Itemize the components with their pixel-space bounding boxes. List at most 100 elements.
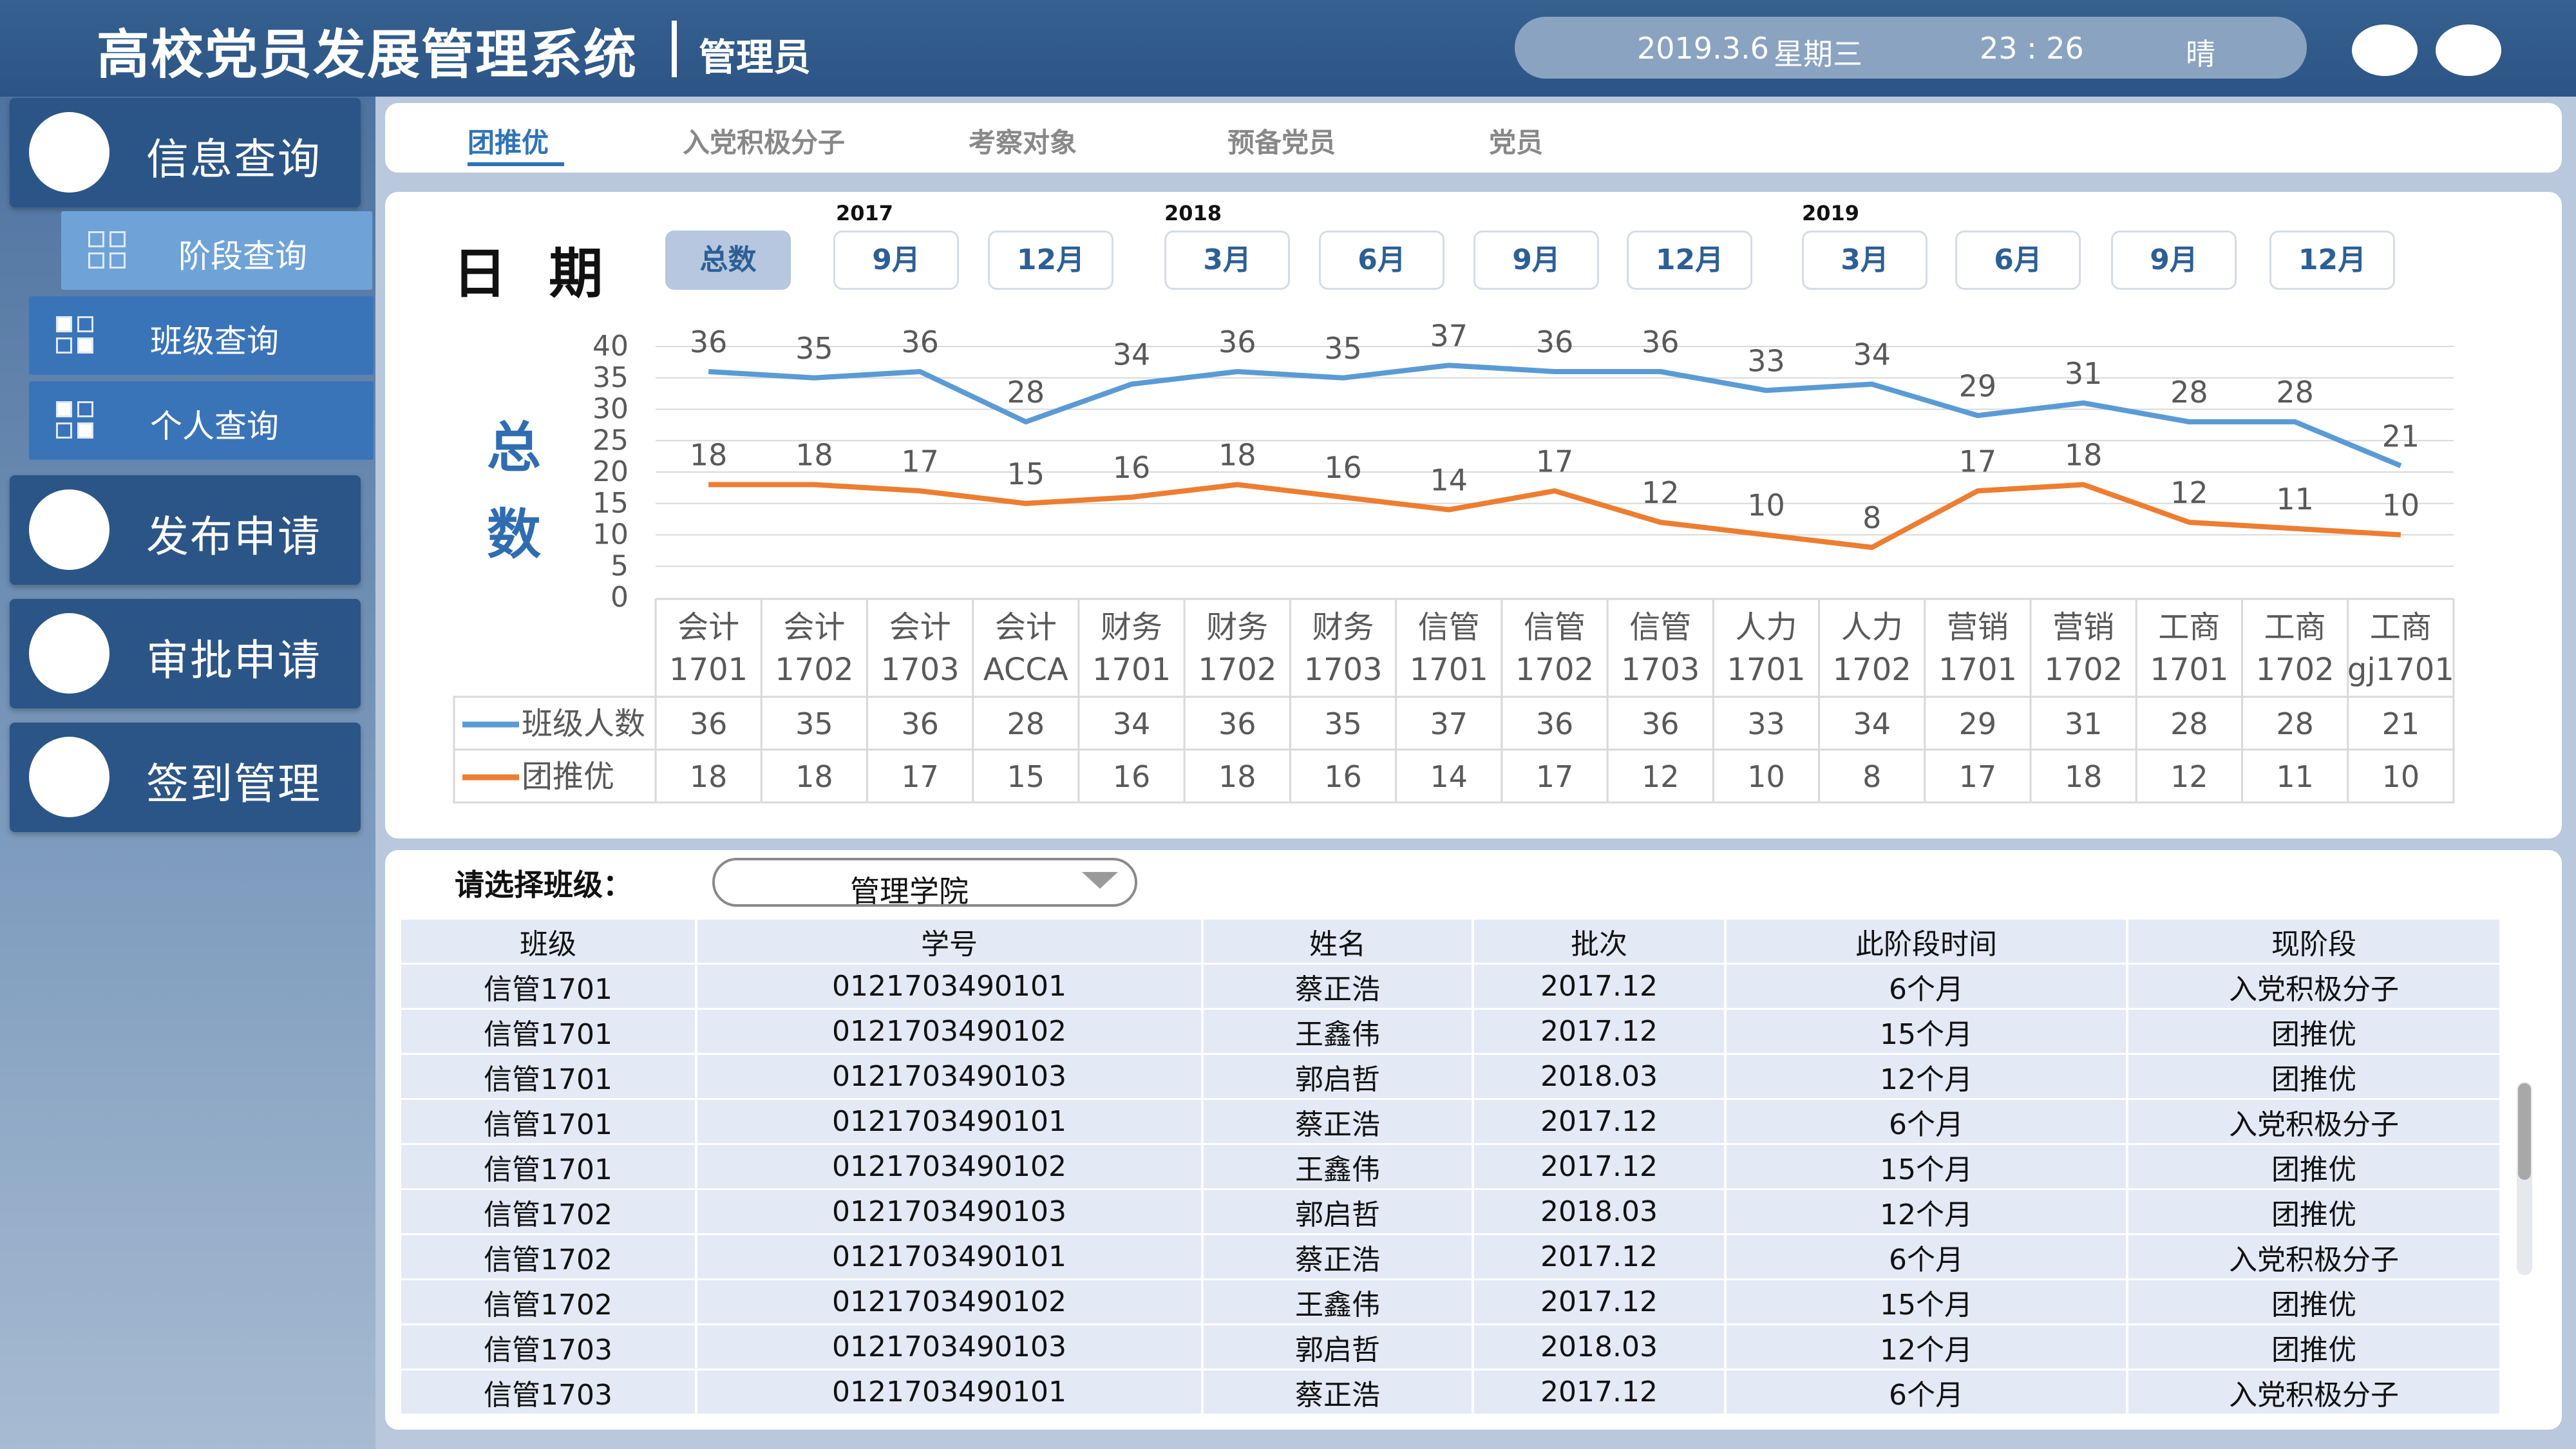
- table-value: 33: [1747, 706, 1785, 741]
- x-category-label: 1701: [669, 652, 748, 688]
- class-select[interactable]: 管理学院: [712, 858, 1137, 909]
- sidebar: 信息查询 阶段查询 班级查询 个人查询 发布申请 审批申请 签到管理: [0, 97, 375, 1449]
- tab-candidate[interactable]: 考察对象: [969, 121, 1077, 160]
- x-category-label: 1701: [1727, 652, 1805, 688]
- data-label: 36: [901, 325, 939, 359]
- nav-publish-apply[interactable]: 发布申请: [10, 475, 361, 585]
- data-label: 17: [1959, 444, 1997, 478]
- x-category-label: 信管: [1629, 609, 1691, 645]
- y-tick-label: 20: [592, 455, 629, 488]
- table-value: 36: [1218, 706, 1256, 741]
- x-category-label: 工商: [2370, 609, 2432, 645]
- table-row[interactable]: 信管1701 0121703490101 蔡正浩 2017.12 6个月 入党积极分子: [401, 963, 2502, 1010]
- nav-info-query[interactable]: 信息查询: [10, 98, 361, 207]
- tab-activist[interactable]: 入党积极分子: [683, 121, 845, 160]
- table-value: 35: [1324, 706, 1362, 741]
- x-category-label: 信管: [1418, 609, 1480, 645]
- x-category-label: 财务: [1206, 609, 1268, 645]
- data-label: 34: [1113, 337, 1151, 372]
- table-cell: 信管1701: [401, 1144, 697, 1190]
- table-cell: 团推优: [2127, 1144, 2502, 1190]
- table-value: 36: [1642, 706, 1680, 741]
- column-header: 班级: [401, 920, 697, 965]
- tab-probationary[interactable]: 预备党员: [1227, 121, 1336, 160]
- table-cell: 入党积极分子: [2127, 1234, 2502, 1280]
- y-tick-label: 10: [592, 518, 629, 551]
- x-category-label: 工商: [2264, 609, 2326, 645]
- x-category-label: 1703: [1303, 652, 1382, 688]
- data-label: 36: [690, 325, 728, 359]
- table-cell: 12个月: [1725, 1189, 2128, 1235]
- data-label: 18: [795, 438, 833, 473]
- table-row[interactable]: 信管1701 0121703490102 王鑫伟 2017.12 15个月 团推优: [401, 1009, 2502, 1055]
- stage-tabs: 团推优 入党积极分子 考察对象 预备党员 党员: [385, 103, 2562, 173]
- table-cell: 2018.03: [1473, 1189, 1727, 1235]
- table-cell: 信管1701: [401, 1009, 697, 1055]
- table-row[interactable]: 信管1703 0121703490101 蔡正浩 2017.12 6个月 入党积极分子: [401, 1369, 2502, 1416]
- table-row[interactable]: 信管1702 0121703490102 王鑫伟 2017.12 15个月 团推优: [401, 1279, 2502, 1325]
- table-cell: 信管1701: [401, 963, 697, 1010]
- grid-icon: [88, 231, 127, 270]
- data-label: 28: [1007, 375, 1045, 410]
- y-tick-label: 30: [592, 393, 629, 426]
- data-label: 17: [1536, 444, 1574, 478]
- member-table-panel: 请选择班级： 管理学院 班级 学号 姓名 批次 此阶段时间 现阶段 信管1701 01217…: [385, 850, 2562, 1430]
- table-cell: 12个月: [1725, 1054, 2128, 1100]
- table-cell: 0121703490103: [696, 1189, 1204, 1235]
- active-tab-indicator: [468, 162, 564, 166]
- column-header: 此阶段时间: [1725, 920, 2128, 965]
- table-value: 11: [2276, 759, 2314, 794]
- table-cell: 12个月: [1725, 1324, 2128, 1370]
- x-category-label: 1702: [1515, 652, 1594, 688]
- data-label: 36: [1642, 325, 1680, 359]
- nav-stage-query[interactable]: 阶段查询: [61, 211, 372, 290]
- tab-member[interactable]: 党员: [1489, 121, 1543, 160]
- nav-signin-manage[interactable]: 签到管理: [10, 723, 361, 832]
- x-category-label: 财务: [1101, 609, 1162, 645]
- table-cell: 蔡正浩: [1202, 963, 1474, 1010]
- x-category-label: 会计: [677, 609, 739, 645]
- nav-person-query[interactable]: 个人查询: [29, 381, 374, 460]
- legend-label: 团推优: [522, 759, 614, 795]
- table-cell: 2017.12: [1473, 1009, 1727, 1055]
- table-row[interactable]: 信管1701 0121703490101 蔡正浩 2017.12 6个月 入党积极分子: [401, 1099, 2502, 1145]
- table-row[interactable]: 信管1702 0121703490101 蔡正浩 2017.12 6个月 入党积极分子: [401, 1234, 2502, 1280]
- status-bar: 2019.3.6 星期三 23 : 26 晴: [1515, 17, 2307, 79]
- nav-label: 审批申请: [146, 636, 321, 685]
- scrollbar-thumb[interactable]: [2518, 1083, 2531, 1180]
- data-label: 16: [1113, 450, 1151, 485]
- table-cell: 王鑫伟: [1202, 1279, 1474, 1325]
- x-category-label: 1702: [2256, 652, 2334, 688]
- nav-approve-apply[interactable]: 审批申请: [10, 599, 361, 708]
- table-value: 15: [1007, 759, 1045, 794]
- nav-sub-label: 阶段查询: [178, 238, 307, 275]
- column-header: 批次: [1473, 920, 1727, 965]
- table-row[interactable]: 信管1702 0121703490103 郭启哲 2018.03 12个月 团推优: [401, 1189, 2502, 1235]
- table-row[interactable]: 信管1701 0121703490103 郭启哲 2018.03 12个月 团推优: [401, 1054, 2502, 1100]
- table-row[interactable]: 信管1701 0121703490102 王鑫伟 2017.12 15个月 团推优: [401, 1144, 2502, 1190]
- tab-tuituiyou[interactable]: 团推优: [468, 121, 549, 160]
- series-line-1: [708, 482, 2401, 550]
- data-label: 17: [901, 444, 939, 478]
- settings-icon[interactable]: [2436, 24, 2501, 76]
- nav-class-query[interactable]: 班级查询: [29, 296, 374, 375]
- member-table: 班级 学号 姓名 批次 此阶段时间 现阶段 信管1701 0121703490101 蔡正浩 2…: [401, 920, 2502, 1416]
- class-select-value: 管理学院: [850, 874, 969, 909]
- table-value: 17: [1959, 759, 1997, 794]
- column-header: 学号: [696, 920, 1204, 965]
- title-divider: [672, 21, 677, 77]
- user-role: 管理员: [699, 35, 811, 79]
- table-row[interactable]: 信管1703 0121703490103 郭启哲 2018.03 12个月 团推优: [401, 1324, 2502, 1370]
- table-value: 37: [1430, 706, 1468, 741]
- data-label: 18: [1218, 438, 1256, 473]
- table-value: 12: [2170, 759, 2208, 794]
- nav-label: 信息查询: [146, 135, 321, 184]
- nav-label: 发布申请: [146, 512, 321, 562]
- publish-icon: [29, 489, 109, 570]
- table-value: 10: [2382, 759, 2420, 794]
- x-category-label: 营销: [1947, 609, 2009, 645]
- table-cell: 团推优: [2127, 1189, 2502, 1235]
- table-cell: 15个月: [1725, 1279, 2128, 1325]
- user-icon[interactable]: [2352, 24, 2418, 76]
- x-category-label: 1703: [881, 652, 960, 688]
